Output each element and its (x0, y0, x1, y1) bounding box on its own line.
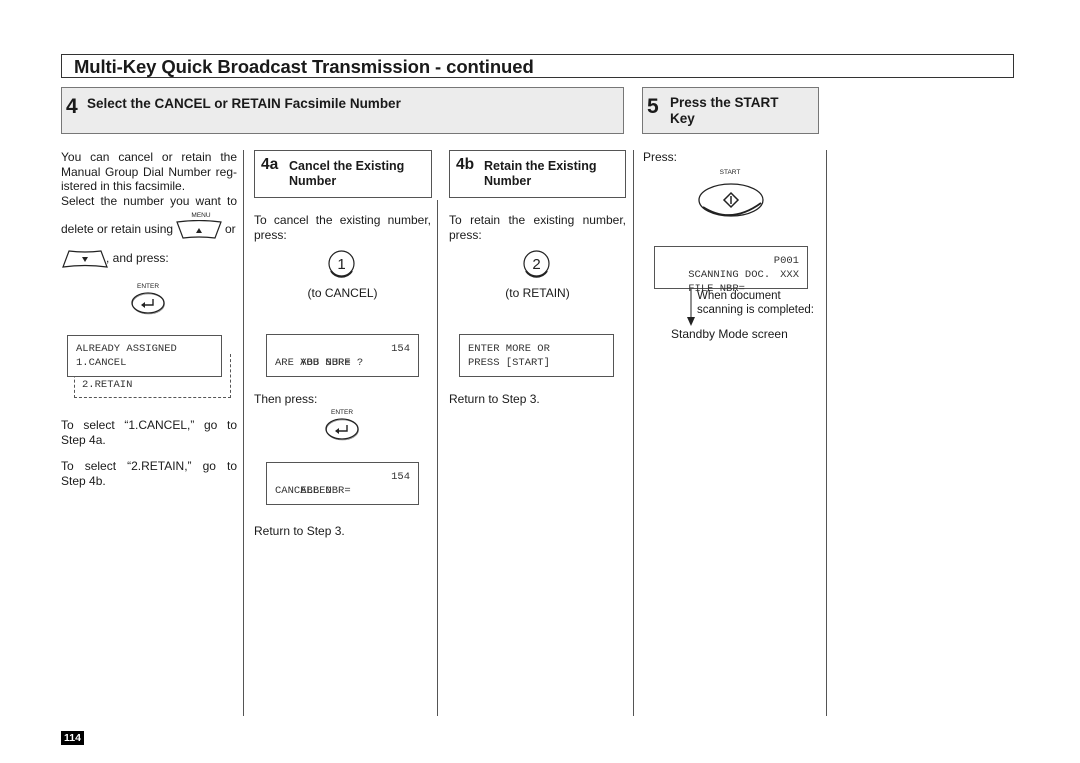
enter-key-icon-4a[interactable] (324, 417, 360, 441)
note-line-2: scanning is completed: (697, 304, 814, 316)
step-4b-intro-line1: To retain the existing number, (449, 213, 626, 227)
lcd-cancelled: ABB NBR= 154 CANCELLED (266, 462, 419, 505)
enter-key-caption-4a: ENTER (330, 409, 354, 416)
step-4a-intro: To cancel the existing number, press: (254, 213, 431, 242)
enter-key-caption: ENTER (136, 283, 160, 290)
intro-line-1: You can cancel or retain the (61, 150, 237, 164)
lcd-line-2: CANCELLED (275, 485, 332, 497)
key-2-label: 2 (532, 256, 540, 273)
step-4b-header: 4b Retain the Existing Number (449, 150, 626, 198)
step-5-number: 5 (647, 95, 659, 118)
lcd-page-value: P001 (773, 255, 799, 267)
lcd-enter-more: ENTER MORE OR PRESS [START] (459, 334, 614, 377)
to-retain-caption: (to RETAIN) (505, 286, 570, 300)
lcd-line-2: FILE NBR= XXX (663, 268, 799, 295)
lcd-line-2: 1.CANCEL (76, 357, 127, 369)
key-1-label: 1 (337, 256, 345, 273)
lcd-scanning: SCANNING DOC. P001 FILE NBR= XXX (654, 246, 808, 295)
intro-line-4: Select the number you want to (61, 193, 237, 208)
step-5-label-line2: Key (670, 111, 695, 126)
lcd-already-assigned: ALREADY ASSIGNED 1.CANCEL (67, 335, 222, 377)
step-4-header: 4 Select the CANCEL or RETAIN Facsimile … (61, 87, 624, 134)
step-4-intro: You can cancel or retain the Manual Grou… (61, 150, 237, 208)
step-5-label-line1: Press the START (670, 95, 779, 110)
step-4a-label-line1: Cancel the Existing (289, 159, 405, 173)
enter-key-icon[interactable] (130, 291, 166, 315)
step-4-label: Select the CANCEL or RETAIN Facsimile Nu… (87, 96, 401, 111)
step-4b-return-text: Return to Step 3. (449, 392, 540, 406)
step-4b-label-line2: Number (484, 174, 532, 188)
or-text: or (225, 222, 236, 236)
step-4b-number: 4b (456, 156, 475, 173)
lcd-line-2: PRESS [START] (468, 357, 550, 369)
step-4a-return-text: Return to Step 3. (254, 524, 345, 538)
scan-complete-note: When document scanning is completed: (697, 289, 814, 317)
to-cancel-caption: (to CANCEL) (307, 286, 378, 300)
menu-key-caption: MENU (191, 212, 211, 219)
note-line-1: When document (697, 290, 781, 302)
select-retain-line-2: Step 4b. (61, 473, 106, 488)
lcd-abb-nbr-value: 154 (391, 343, 410, 355)
lcd-line-2: ARE YOU SURE ? (275, 357, 364, 369)
step-4a-number: 4a (261, 156, 279, 173)
step-4a-label-line2: Number (289, 174, 337, 188)
then-press-text: Then press: (254, 392, 318, 406)
and-press-text: , and press: (106, 251, 169, 265)
column-divider-4 (826, 150, 827, 716)
select-retain-line-1: To select “2.RETAIN,” go to (61, 459, 237, 473)
step-4b-intro: To retain the existing number, press: (449, 213, 626, 242)
start-key-caption: START (719, 169, 741, 176)
lcd-line-1: ABB NBR= 154 (275, 342, 410, 369)
select-retain-text: To select “2.RETAIN,” go to Step 4b. (61, 459, 237, 488)
page-number: 114 (61, 731, 84, 745)
lcd-line-1: ENTER MORE OR (468, 343, 550, 355)
page-title-bar: Multi-Key Quick Broadcast Transmission -… (61, 54, 1014, 78)
select-cancel-line-2: Step 4a. (61, 432, 106, 447)
menu-up-key-icon[interactable] (175, 220, 223, 240)
select-cancel-text: To select “1.CANCEL,” go to Step 4a. (61, 418, 237, 447)
step-4b-intro-line2: press: (449, 227, 482, 242)
step-4-number: 4 (66, 95, 78, 118)
column-divider-2 (437, 200, 438, 716)
key-2-icon[interactable]: 2 (522, 249, 552, 279)
column-divider-3 (633, 150, 634, 716)
lcd-file-nbr-value: XXX (780, 269, 799, 281)
select-cancel-line-1: To select “1.CANCEL,” go to (61, 418, 237, 432)
page-title: Multi-Key Quick Broadcast Transmission -… (74, 56, 534, 77)
column-divider-1 (243, 150, 244, 716)
lcd-line-1: SCANNING DOC. P001 (663, 254, 799, 281)
key-1-icon[interactable]: 1 (327, 249, 357, 279)
lcd-abb-nbr-value: 154 (391, 471, 410, 483)
lcd-line-3: 2.RETAIN (82, 379, 133, 391)
delete-retain-text: delete or retain using (61, 222, 174, 236)
step-4a-intro-line1: To cancel the existing number, (254, 213, 431, 227)
down-arrow-icon (687, 289, 695, 326)
intro-line-2: Manual Group Dial Number reg- (61, 164, 237, 179)
step-4a-header: 4a Cancel the Existing Number (254, 150, 432, 198)
down-key-icon[interactable] (61, 249, 109, 269)
press-text: Press: (643, 150, 678, 164)
lcd-are-you-sure: ABB NBR= 154 ARE YOU SURE ? (266, 334, 419, 377)
step-5-header: 5 Press the START Key (642, 87, 819, 134)
lcd-line-1: ABB NBR= 154 (275, 470, 410, 497)
intro-line-3: istered in this facsimile. (61, 179, 186, 193)
lcd-line-1: ALREADY ASSIGNED (76, 343, 177, 355)
standby-mode-text: Standby Mode screen (671, 327, 788, 341)
step-4b-label-line1: Retain the Existing (484, 159, 597, 173)
step-4a-intro-line2: press: (254, 227, 287, 242)
start-key-icon[interactable] (697, 181, 767, 221)
